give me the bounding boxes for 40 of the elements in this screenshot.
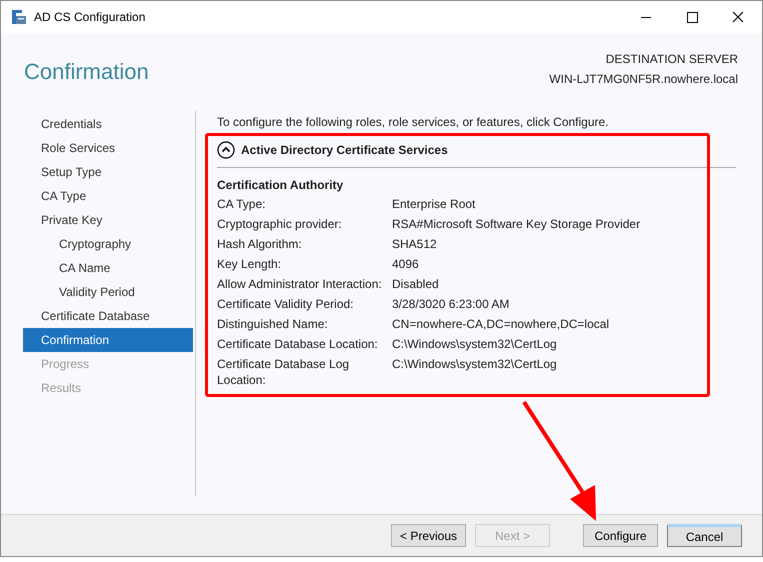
- wizard-step[interactable]: Setup Type: [23, 160, 195, 184]
- wizard-button[interactable]: Cancel: [667, 524, 742, 547]
- collapse-icon[interactable]: [217, 141, 235, 159]
- property-label: Distinguished Name:: [217, 316, 329, 333]
- property-value: C:\Windows\system32\CertLog: [392, 356, 557, 373]
- property-label: Certificate Validity Period:: [217, 296, 354, 313]
- property-value: SHA512: [392, 236, 437, 253]
- wizard-step[interactable]: Credentials: [23, 112, 195, 136]
- subsection-title: Certification Authority: [217, 177, 344, 194]
- wizard-button[interactable]: < Previous: [391, 524, 466, 547]
- wizard-step[interactable]: Private Key: [23, 208, 195, 232]
- wizard-button[interactable]: Configure: [583, 524, 658, 547]
- wizard-step[interactable]: Cryptography: [23, 232, 195, 256]
- wizard-step[interactable]: Certificate Database: [23, 304, 195, 328]
- property-label: Cryptographic provider:: [217, 216, 343, 233]
- property-value: RSA#Microsoft Software Key Storage Provider: [392, 216, 640, 233]
- property-label: CA Type:: [217, 196, 266, 213]
- property-label: Key Length:: [217, 256, 282, 273]
- property-label: Hash Algorithm:: [217, 236, 303, 253]
- section-title: Active Directory Certificate Services: [241, 143, 448, 157]
- server-manager-icon: [11, 9, 27, 25]
- property-label: Certificate Database Location:: [217, 336, 379, 353]
- property-label: Certificate Database Log Location:: [217, 356, 350, 388]
- wizard-step[interactable]: Role Services: [23, 136, 195, 160]
- property-value: CN=nowhere-CA,DC=nowhere,DC=local: [392, 316, 610, 333]
- property-label: Allow Administrator Interaction:: [217, 276, 383, 293]
- property-value: C:\Windows\system32\CertLog: [392, 336, 557, 353]
- server-name: WIN-LJT7MG0NF5R.nowhere.local: [549, 71, 738, 88]
- property-value: 3/28/3020 6:23:00 AM: [392, 296, 510, 313]
- destination-server-label: DESTINATION SERVER: [604, 51, 738, 68]
- window-title: AD CS Configuration: [34, 10, 146, 24]
- instruction-text: To configure the following roles, role services, or features, click Configure.: [217, 114, 610, 131]
- page-title: Confirmation: [24, 59, 149, 86]
- wizard-step[interactable]: Validity Period: [23, 280, 195, 304]
- property-value: 4096: [392, 256, 419, 273]
- wizard-step[interactable]: CA Name: [23, 256, 195, 280]
- property-value: Enterprise Root: [392, 196, 476, 213]
- wizard-step[interactable]: Confirmation: [23, 328, 193, 352]
- wizard-step[interactable]: CA Type: [23, 184, 195, 208]
- property-value: Disabled: [392, 276, 439, 293]
